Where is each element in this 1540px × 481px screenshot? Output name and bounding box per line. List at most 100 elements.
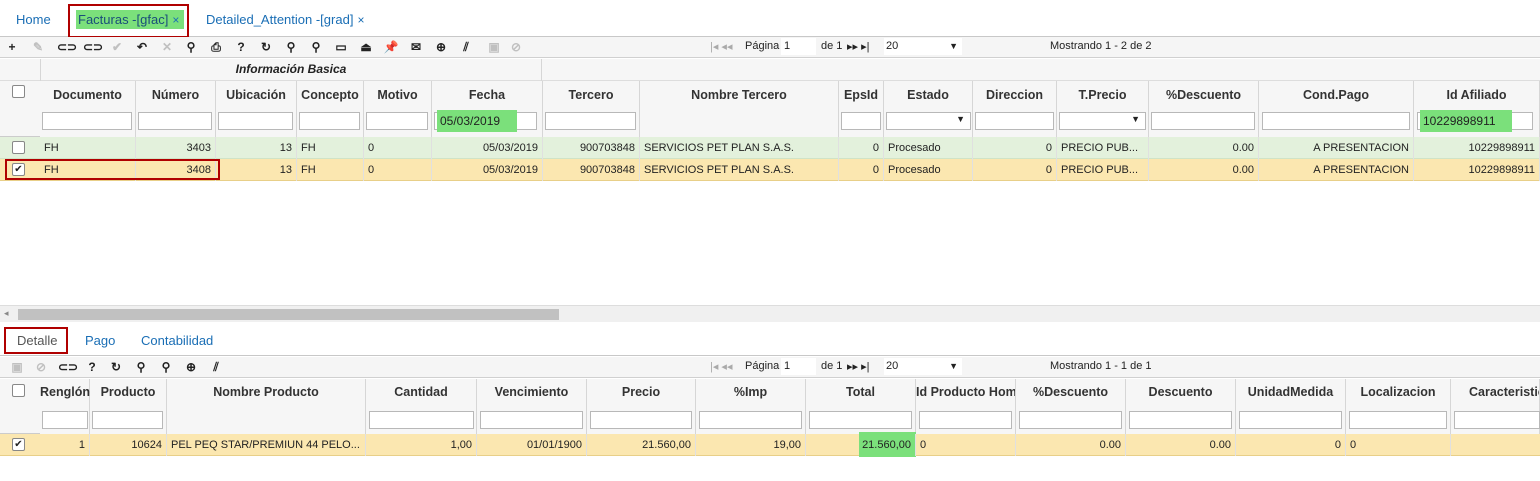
table-row-selected[interactable]: ✔ 1 10624 PEL PEQ STAR/PREMIUN 44 PELO..… <box>0 432 1540 457</box>
print-icon[interactable]: ⎙ <box>208 39 224 55</box>
filter-imp[interactable] <box>699 411 802 429</box>
comment-icon[interactable]: ▭ <box>333 39 349 55</box>
stamp-icon[interactable]: ⏏ <box>358 39 374 55</box>
save-icon[interactable]: ▣ <box>486 39 502 55</box>
next-page-icon[interactable]: ▸▸ ▸| <box>847 360 869 373</box>
mail-icon[interactable]: ✉ <box>408 39 424 55</box>
filter-producto[interactable] <box>92 411 163 429</box>
add-circle-icon[interactable]: ⊕ <box>433 39 449 55</box>
cell-descuento: 0.00 <box>1149 159 1259 181</box>
filter-motivo[interactable] <box>366 112 428 130</box>
tab-detailed-attention[interactable]: Detailed_Attention -[grad] × <box>206 12 364 27</box>
scrollbar-thumb[interactable] <box>18 309 559 320</box>
filter-precio[interactable] <box>590 411 692 429</box>
filter-documento[interactable] <box>42 112 132 130</box>
page-size-select[interactable]: 20 ▼ <box>884 38 962 55</box>
filter-id-producto-hom[interactable] <box>919 411 1012 429</box>
save-icon[interactable]: ▣ <box>9 359 25 375</box>
cell-imp: 19,00 <box>696 434 806 456</box>
tag-icon[interactable]: ⊂⊃ <box>57 39 77 55</box>
page-input[interactable]: 1 <box>781 358 816 375</box>
refresh-icon[interactable]: ↻ <box>108 359 124 375</box>
filter-vencimiento[interactable] <box>480 411 583 429</box>
table-row-selected[interactable]: ✔ FH 3408 13 FH 0 05/03/2019 900703848 S… <box>0 159 1540 181</box>
undo-icon[interactable]: ↶ <box>134 39 150 55</box>
refresh-icon[interactable]: ↻ <box>258 39 274 55</box>
edit-icon[interactable]: ✎ <box>30 39 46 55</box>
detail-toolbar: ▣ ⊘ ⊂⊃ ? ↻ ⚲ ⚲ ⊕ ⫽ |◂ ◂◂ Página 1 de 1 ▸… <box>0 357 1540 378</box>
horizontal-scrollbar[interactable]: ◂ <box>0 305 1540 322</box>
table-row[interactable]: FH 3403 13 FH 0 05/03/2019 900703848 SER… <box>0 137 1540 159</box>
page-label: Página <box>745 360 780 372</box>
resize-icon[interactable]: ⫽ <box>458 39 474 55</box>
tab-contabilidad[interactable]: Contabilidad <box>141 333 213 348</box>
select-all-checkbox[interactable] <box>12 384 25 397</box>
zoom-out-icon[interactable]: ⚲ <box>308 39 324 55</box>
page-size-select[interactable]: 20 ▼ <box>884 358 962 375</box>
delete-icon[interactable]: ✕ <box>159 39 175 55</box>
filter-direccion[interactable] <box>975 112 1054 130</box>
help-icon[interactable]: ? <box>233 39 249 55</box>
cell-producto: 10624 <box>90 434 167 456</box>
filter-caracteristicas[interactable] <box>1454 411 1540 429</box>
help-icon[interactable]: ? <box>84 359 100 375</box>
cell-concepto: FH <box>297 159 364 181</box>
tag-icon[interactable]: ⊂⊃ <box>83 39 103 55</box>
cell-descuento-pct: 0.00 <box>1016 434 1126 456</box>
filter-descuento[interactable] <box>1151 112 1255 130</box>
tab-home[interactable]: Home <box>16 12 51 27</box>
check-icon[interactable]: ✔ <box>109 39 125 55</box>
tag-icon[interactable]: ⊂⊃ <box>58 359 78 375</box>
add-circle-icon[interactable]: ⊕ <box>183 359 199 375</box>
plus-icon[interactable]: + <box>4 39 20 55</box>
filter-tercero[interactable] <box>545 112 636 130</box>
page-input[interactable]: 1 <box>781 38 816 55</box>
filter-descuento-pct[interactable] <box>1019 411 1122 429</box>
sub-tabs <box>0 322 1540 356</box>
resize-icon[interactable]: ⫽ <box>208 359 224 375</box>
cell-epsid: 0 <box>839 137 884 159</box>
filter-estado[interactable]: ▼ <box>886 112 971 130</box>
select-all-checkbox[interactable] <box>12 85 25 98</box>
cancel-icon[interactable]: ⊘ <box>33 359 49 375</box>
filter-unidad-medida[interactable] <box>1239 411 1342 429</box>
scroll-left-icon[interactable]: ◂ <box>4 308 9 319</box>
zoom-out-icon[interactable]: ⚲ <box>158 359 174 375</box>
first-page-icon[interactable]: |◂ ◂◂ <box>710 40 732 53</box>
search-icon[interactable]: ⚲ <box>183 39 199 55</box>
main-toolbar: + ✎ ⊂⊃ ⊂⊃ ✔ ↶ ✕ ⚲ ⎙ ? ↻ ⚲ ⚲ ▭ ⏏ 📌 ✉ ⊕ ⫽ … <box>0 37 1540 58</box>
next-page-icon[interactable]: ▸▸ ▸| <box>847 40 869 53</box>
first-page-icon[interactable]: |◂ ◂◂ <box>710 360 732 373</box>
row-checkbox[interactable]: ✔ <box>12 438 25 451</box>
record-count: Mostrando 1 - 1 de 1 <box>1050 360 1152 372</box>
filter-renglon[interactable] <box>42 411 88 429</box>
filter-cond-pago[interactable] <box>1262 112 1410 130</box>
filter-epsid[interactable] <box>841 112 881 130</box>
filter-total[interactable] <box>809 411 912 429</box>
filter-descuento[interactable] <box>1129 411 1232 429</box>
col-nombre-tercero[interactable]: Nombre Tercero <box>640 81 839 137</box>
pin-icon[interactable]: 📌 <box>383 39 399 55</box>
filter-cantidad[interactable] <box>369 411 474 429</box>
close-icon[interactable]: × <box>357 13 364 27</box>
invoices-grid: Información Basica Documento Número Ubic… <box>0 59 1540 306</box>
col-nombre-producto[interactable]: Nombre Producto <box>167 379 366 434</box>
detail-grid: Renglón Producto Nombre Producto Cantida… <box>0 379 1540 481</box>
cell-numero: 3403 <box>136 137 216 159</box>
chevron-down-icon: ▼ <box>1131 114 1140 124</box>
filter-localizacion[interactable] <box>1349 411 1447 429</box>
filter-ubicacion[interactable] <box>218 112 293 130</box>
filter-id-afiliado[interactable]: 10229898911 <box>1417 110 1533 132</box>
record-count: Mostrando 1 - 2 de 2 <box>1050 40 1152 52</box>
row-checkbox[interactable] <box>12 141 25 154</box>
zoom-in-icon[interactable]: ⚲ <box>283 39 299 55</box>
zoom-in-icon[interactable]: ⚲ <box>133 359 149 375</box>
tab-pago[interactable]: Pago <box>85 333 115 348</box>
filter-concepto[interactable] <box>299 112 360 130</box>
filter-fecha[interactable]: 05/03/2019 <box>434 110 537 132</box>
cell-nombre-producto: PEL PEQ STAR/PREMIUN 44 PELO... <box>167 434 366 456</box>
cell-tprecio: PRECIO PUB... <box>1057 159 1149 181</box>
cancel-icon[interactable]: ⊘ <box>508 39 524 55</box>
filter-numero[interactable] <box>138 112 212 130</box>
filter-tprecio[interactable]: ▼ <box>1059 112 1146 130</box>
